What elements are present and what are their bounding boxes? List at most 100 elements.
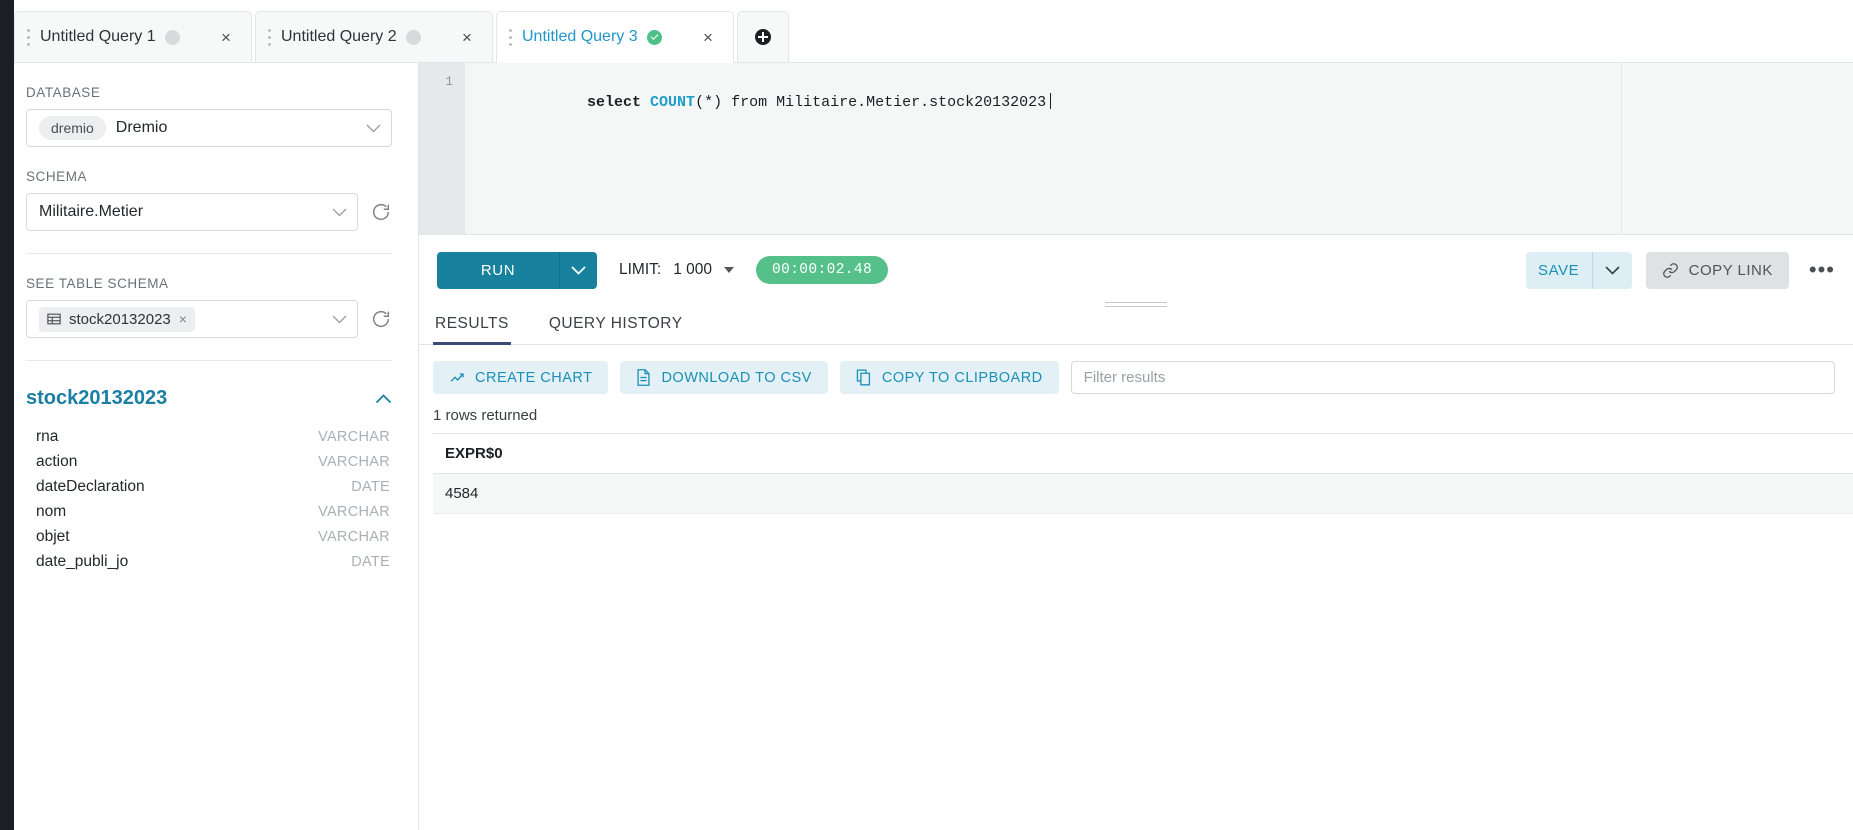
copy-clipboard-button[interactable]: COPY TO CLIPBOARD [840,361,1059,394]
column-header-expr0[interactable]: EXPR$0 [433,434,1853,474]
chevron-down-icon [332,315,347,324]
database-select[interactable]: dremio Dremio [26,109,392,147]
rows-returned-label: 1 rows returned [419,394,1853,424]
table-chip-label: stock20132023 [69,311,171,328]
clipboard-icon [856,369,872,386]
column-type: VARCHAR [318,429,390,445]
editor-gutter: 1 [419,63,465,234]
save-dropdown-button[interactable] [1592,252,1632,289]
table-header-row: EXPR$0 [433,434,1853,474]
column-type: VARCHAR [318,454,390,470]
query-tab-label: Untitled Query 2 [281,28,397,46]
sql-keyword: select [587,94,650,111]
column-name: date_publi_jo [36,553,128,571]
remove-table-icon[interactable]: × [179,311,187,327]
status-dot-idle [406,30,421,45]
refresh-table-icon[interactable] [370,308,392,330]
close-icon[interactable]: × [458,29,476,46]
schema-column-list: rna VARCHAR action VARCHAR dateDeclarati… [26,424,392,574]
schema-column-row: dateDeclaration DATE [26,474,392,499]
download-csv-button[interactable]: DOWNLOAD TO CSV [620,361,827,394]
column-type: DATE [351,479,390,495]
drag-grip-icon[interactable] [509,29,513,46]
text-caret [1050,93,1051,109]
drag-grip-icon[interactable] [268,29,272,46]
schema-column-row: date_publi_jo DATE [26,549,392,574]
download-csv-label: DOWNLOAD TO CSV [661,370,811,386]
see-table-schema-label: SEE TABLE SCHEMA [26,276,392,291]
table-chip[interactable]: stock20132023 × [39,307,195,332]
add-tab-button[interactable] [737,11,789,62]
limit-control[interactable]: LIMIT: 1 000 [619,261,734,279]
sidebar: DATABASE dremio Dremio SCHEMA Militaire.… [0,63,419,830]
caret-down-icon[interactable] [724,267,734,273]
status-check-icon [647,30,662,45]
query-tab-label: Untitled Query 1 [40,28,156,46]
sidebar-divider-2 [26,360,392,361]
column-name: nom [36,503,66,521]
query-tab-3[interactable]: Untitled Query 3 × [496,11,734,62]
chevron-down-icon [366,124,381,133]
editor-toolbar: RUN LIMIT: 1 000 00:00:02.48 SAVE [419,235,1853,305]
editor-code-area[interactable]: select COUNT(*) from Militaire.Metier.st… [465,63,1853,234]
chevron-up-icon[interactable] [375,394,392,404]
results-table: EXPR$0 4584 [433,433,1853,514]
left-rail [0,0,14,830]
query-tab-strip: Untitled Query 1 × Untitled Query 2 × Un… [0,0,1853,63]
query-tab-2[interactable]: Untitled Query 2 × [255,11,493,62]
execution-timer: 00:00:02.48 [756,256,888,284]
drag-grip-icon[interactable] [27,29,31,46]
schema-select[interactable]: Militaire.Metier [26,193,358,231]
editor-right-gutter [1621,63,1853,234]
chevron-down-icon [332,208,347,217]
run-dropdown-button[interactable] [559,252,597,289]
run-button-group[interactable]: RUN [437,252,597,289]
more-options-button[interactable]: ••• [1803,259,1841,281]
copy-link-label: COPY LINK [1689,262,1773,279]
schema-header[interactable]: stock20132023 [26,387,392,410]
run-button[interactable]: RUN [437,252,559,289]
schema-value: Militaire.Metier [39,203,143,221]
database-value: Dremio [116,119,168,137]
column-name: rna [36,428,58,446]
schema-label: SCHEMA [26,169,392,184]
database-label: DATABASE [26,85,392,100]
sql-editor[interactable]: 1 select COUNT(*) from Militaire.Metier.… [419,63,1853,235]
save-button-group[interactable]: SAVE [1526,252,1632,289]
limit-label: LIMIT: [619,261,661,279]
schema-column-row: objet VARCHAR [26,524,392,549]
tab-results[interactable]: RESULTS [433,315,511,344]
editor-resize-handle[interactable] [1105,302,1167,309]
create-chart-label: CREATE CHART [475,370,592,386]
table-icon [47,312,61,326]
sql-function: COUNT [650,94,695,111]
tab-query-history[interactable]: QUERY HISTORY [547,315,685,344]
table-row: 4584 [433,474,1853,514]
limit-value: 1 000 [673,261,712,279]
column-name: objet [36,528,70,546]
column-name: action [36,453,77,471]
column-type: DATE [351,554,390,570]
save-button[interactable]: SAVE [1526,252,1592,289]
table-cell: 4584 [433,474,1853,514]
results-tab-bar: RESULTS QUERY HISTORY [419,305,1853,345]
sql-runner-app: Untitled Query 1 × Untitled Query 2 × Un… [0,0,1853,830]
close-icon[interactable]: × [217,29,235,46]
refresh-schema-icon[interactable] [370,201,392,223]
table-select[interactable]: stock20132023 × [26,300,358,338]
column-type: VARCHAR [318,529,390,545]
filter-results-input[interactable] [1071,361,1835,394]
database-pill: dremio [39,116,106,140]
query-tab-label: Untitled Query 3 [522,28,638,46]
toolbar-right-group: SAVE COPY LINK ••• [1526,252,1841,289]
results-action-bar: CREATE CHART DOWNLOAD TO CSV COPY TO CLI… [419,345,1853,394]
schema-column-row: nom VARCHAR [26,499,392,524]
close-icon[interactable]: × [699,29,717,46]
create-chart-button[interactable]: CREATE CHART [433,361,608,394]
copy-clipboard-label: COPY TO CLIPBOARD [882,370,1043,386]
workspace: DATABASE dremio Dremio SCHEMA Militaire.… [0,63,1853,830]
schema-column-row: action VARCHAR [26,449,392,474]
copy-link-button[interactable]: COPY LINK [1646,252,1789,289]
query-tab-1[interactable]: Untitled Query 1 × [14,11,252,62]
plus-circle-icon [755,29,771,45]
